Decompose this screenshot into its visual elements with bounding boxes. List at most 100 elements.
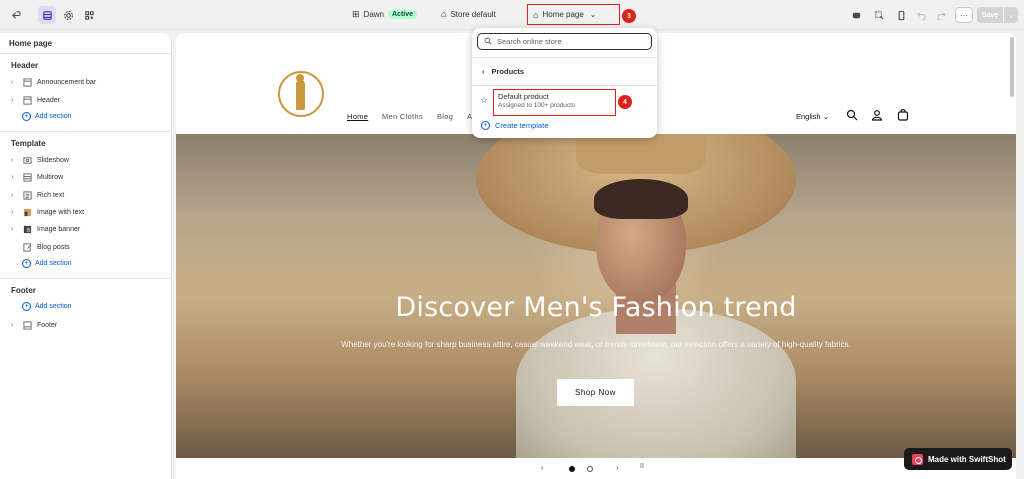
sidebar-item-slideshow[interactable]: › Slideshow (11, 154, 69, 166)
page-selector-dropdown: Search online store ‹ Products ☆ Default… (472, 28, 657, 138)
sidebar-item-announcement-bar[interactable]: › Announcement bar (11, 76, 96, 88)
cart-icon[interactable] (897, 108, 909, 121)
more-actions-button[interactable]: ··· (955, 7, 973, 23)
select-cursor-icon[interactable] (872, 8, 886, 22)
hero-slideshow: Discover Men's Fashion trend Whether you… (176, 134, 1016, 458)
sidebar-item-label: Rich text (37, 191, 65, 199)
theme-selector[interactable]: ⊞ Dawn Active (352, 9, 418, 20)
plus-circle-icon: + (481, 121, 490, 130)
sidebar-title: Home page (9, 39, 53, 48)
sidebar-item-image-with-text[interactable]: › Image with text (11, 206, 84, 218)
plus-circle-icon: + (22, 259, 31, 268)
apps-icon[interactable] (82, 8, 96, 22)
sidebar-item-label: Footer (37, 321, 58, 329)
watermark-label: Made with SwiftShot (928, 454, 1006, 464)
sidebar-item-image-banner[interactable]: › Image banner (11, 223, 80, 235)
step-4-badge: 4 (618, 95, 632, 109)
products-label: Products (491, 67, 525, 76)
sidebar-item-label: Header (37, 96, 60, 104)
template-title: Default product (498, 92, 549, 101)
sidebar-item-label: Announcement bar (37, 78, 97, 86)
add-section-template-button[interactable]: + Add section (22, 259, 72, 268)
hero-subtitle: Whether you're looking for sharp busines… (341, 340, 851, 349)
template-default-product[interactable]: Default product Assigned to 100+ product… (493, 89, 616, 116)
chevron-right-icon: › (11, 96, 14, 104)
page-selector[interactable]: ⌂ Home page ⌄ (527, 4, 620, 25)
store-selector[interactable]: ⌂ Store default (441, 9, 496, 19)
chevron-down-icon: ⌄ (589, 10, 597, 19)
store-label: Store default (450, 9, 496, 19)
undo-icon[interactable] (914, 8, 928, 22)
add-section-footer-button[interactable]: + Add section (22, 302, 72, 311)
next-slide-icon[interactable]: › (616, 463, 619, 472)
slide-dot-active[interactable] (569, 466, 575, 472)
add-section-label: Add section (35, 260, 72, 267)
sidebar-item-blog-posts[interactable]: Blog posts (11, 241, 70, 253)
hero-title: Discover Men's Fashion trend (395, 292, 797, 323)
slide-dot[interactable] (587, 466, 593, 472)
create-template-button[interactable]: + Create template (481, 121, 548, 130)
exit-icon[interactable] (9, 8, 23, 22)
preview-scrollbar[interactable] (1010, 37, 1014, 97)
slideshow-icon (22, 155, 32, 165)
chevron-right-icon: › (11, 321, 14, 329)
top-bar: ⊞ Dawn Active ⌂ Store default ⌂ Home pag… (0, 0, 1024, 30)
divider (0, 131, 172, 132)
divider (472, 57, 657, 58)
shop-now-button[interactable]: Shop Now (557, 379, 634, 406)
save-options-chevron-icon[interactable]: ⌄ (1004, 7, 1018, 23)
star-icon[interactable]: ☆ (480, 95, 488, 106)
sections-icon[interactable] (38, 6, 56, 24)
add-section-label: Add section (35, 113, 72, 120)
announcement-bar-icon (22, 77, 32, 87)
divider (472, 85, 657, 86)
chevron-right-icon: › (11, 191, 14, 199)
swiftshot-logo-icon (912, 453, 923, 465)
nav-link-men-cloths[interactable]: Men Cloths (382, 112, 423, 121)
preview-inspector-icon[interactable] (849, 8, 863, 22)
sidebar-item-footer[interactable]: › Footer (11, 319, 57, 331)
pause-icon[interactable]: II (640, 463, 644, 470)
settings-gear-icon[interactable] (61, 8, 75, 22)
footer-layout-icon (22, 320, 32, 330)
active-badge: Active (388, 10, 418, 19)
sidebar-item-label: Multirow (37, 173, 64, 181)
sidebar-item-label: Image with text (37, 208, 85, 216)
chevron-right-icon: › (11, 225, 14, 233)
sidebar-item-rich-text[interactable]: › Rich text (11, 189, 64, 201)
mobile-view-icon[interactable] (894, 8, 908, 22)
section-heading-template: Template (11, 139, 46, 148)
search-input[interactable]: Search online store (477, 33, 652, 50)
rich-text-icon (22, 190, 32, 200)
multirow-icon (22, 172, 32, 182)
image-banner-icon (22, 224, 32, 234)
blog-posts-icon (22, 242, 32, 252)
language-label: English (796, 112, 821, 121)
plus-circle-icon: + (22, 302, 31, 311)
nav-link-home[interactable]: Home (347, 112, 368, 121)
sidebar-item-header[interactable]: › Header (11, 94, 60, 106)
chevron-right-icon: › (11, 78, 14, 86)
previous-slide-icon[interactable]: ‹ (541, 463, 544, 472)
nav-link-blog[interactable]: Blog (437, 112, 453, 121)
back-to-products[interactable]: ‹ Products (482, 67, 524, 76)
add-section-header-button[interactable]: + Add section (22, 112, 72, 121)
section-heading-header: Header (11, 61, 39, 70)
section-heading-footer: Footer (11, 286, 36, 295)
sidebar-item-label: Image banner (37, 225, 81, 233)
save-button[interactable]: Save (977, 7, 1003, 23)
theme-icon: ⊞ (352, 9, 360, 19)
account-icon[interactable] (871, 109, 883, 121)
sidebar-item-label: Slideshow (37, 156, 69, 164)
redo-icon[interactable] (934, 8, 948, 22)
sidebar-item-label: Blog posts (37, 243, 70, 251)
swiftshot-watermark: Made with SwiftShot (904, 448, 1012, 470)
create-template-label: Create template (495, 121, 549, 130)
sidebar-item-multirow[interactable]: › Multirow (11, 171, 63, 183)
store-logo[interactable] (278, 71, 324, 117)
store-icon: ⌂ (441, 9, 447, 19)
search-icon[interactable] (846, 109, 858, 121)
template-subtitle: Assigned to 100+ products (498, 102, 576, 109)
theme-name: Dawn (363, 10, 384, 19)
language-selector[interactable]: English ⌄ (796, 112, 829, 121)
